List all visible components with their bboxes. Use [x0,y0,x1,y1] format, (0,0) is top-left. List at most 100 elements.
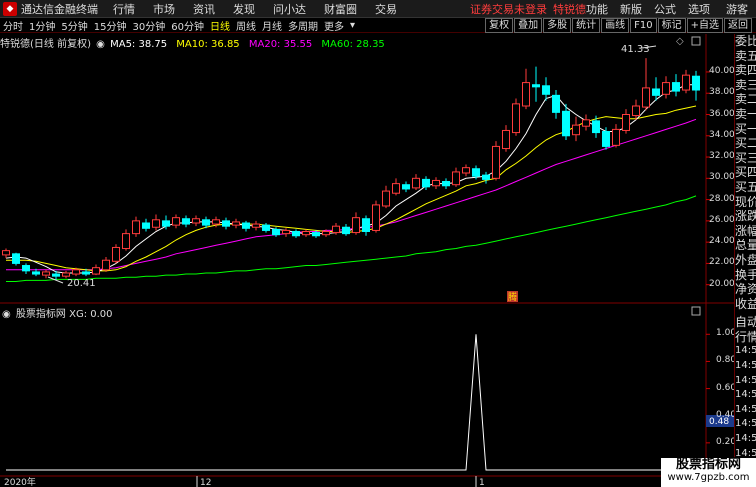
candle-down [222,220,230,227]
price-tick-label: 30.00 [709,172,735,183]
candle-down [292,231,300,237]
xg-signal-line [6,334,696,471]
ma60-label: MA60: 28.35 [321,39,385,50]
candle-up [152,219,160,228]
indicator-toggle-icon[interactable]: ◉ [2,309,11,320]
candle-down [562,110,570,137]
candle-up [172,217,180,226]
quote-sidebar: 委比 卖五 卖四 卖三 卖二 卖一 买一 买二 买三 买四 买五 现价 涨跌 涨幅 总量 外盘 换手 净资 收益 自… [734,34,756,487]
candle-up [372,204,380,231]
candle-up [462,167,470,174]
candle-up [452,171,460,186]
price-scale: 40.00 38.00 36.00 34.00 32.00 30.00 28.00 26.00… [706,34,735,302]
watermark-title: 股票指标网 [675,457,741,472]
sidebar-field-label: 收益 [735,296,756,311]
watermark: 股票指标网 www.7gpzb.com [661,458,756,487]
candle-up [352,217,360,234]
x-axis-label-year: 2020年 [4,476,36,487]
candle-up [72,269,80,275]
ma5-label: MA5: 38.75 [110,39,168,50]
indicator-scale: 1.00 0.80 0.60 0.40 0.20 [706,304,736,476]
candle-up [132,220,140,235]
sidebar-field-label: 卖三 [735,77,756,92]
indicator-maximize-icon[interactable] [691,306,701,316]
sidebar-field-label: 买三 [735,150,756,165]
ma20-line [6,118,697,271]
high-price-annotation: 41.33 [621,44,650,55]
candle-down [32,271,40,275]
candle-down [272,228,280,236]
x-axis-label-jan: 1 [479,478,485,487]
candle-up [112,246,120,262]
tick-time: 14:56 [735,374,756,386]
price-tick-label: 20.00 [709,278,735,289]
candle-down [52,273,60,277]
sidebar-tab[interactable]: 行情 [735,330,756,345]
candle-up [252,223,260,228]
price-tick-label: 36.00 [709,108,735,119]
candle-down [552,94,560,113]
event-marker[interactable]: 腾 [508,291,517,303]
price-tick-label: 22.00 [709,257,735,268]
candle-up [572,124,580,136]
candle-up [2,250,10,256]
legend-toggle-icon[interactable]: ◉ [96,39,105,50]
sidebar-field-label: 外盘 [735,252,756,267]
candle-down [162,220,170,227]
low-price-annotation: 20.41 [67,278,96,289]
candle-up [212,219,220,225]
candle-down [262,224,270,231]
candle-up [432,179,440,187]
sidebar-tab[interactable]: 自动 [735,315,756,330]
candle-up [412,177,420,189]
candle-down [242,222,250,229]
candle-up [622,114,630,131]
candle-up [102,259,110,271]
tick-time: 14:56 [735,360,756,372]
candle-up [662,82,670,95]
ma10-label: MA10: 36.85 [176,39,240,50]
price-tick-label: 32.00 [709,151,735,162]
tick-time: 14:56 [735,433,756,445]
candle-up [502,129,510,150]
tick-time: 14:56 [735,345,756,357]
candle-down [202,219,210,226]
candle-up [492,145,500,179]
candle-down [182,218,190,225]
tick-time: 14:56 [735,389,756,401]
candle-up [62,272,70,277]
tick-time: 14:56 [735,403,756,415]
maximize-icon[interactable] [691,36,701,46]
sidebar-field-label: 涨幅 [735,223,756,238]
kline-chart[interactable]: 41.33 20.41 腾 ◇ 2020年 12 1 0.48 [0,0,734,487]
ma5-line [5,84,696,274]
sidebar-field-label: 换手 [735,267,756,282]
candle-up [122,233,130,250]
candle-down [482,174,490,180]
tick-time: 14:56 [735,418,756,430]
sidebar-field-label: 卖五 [735,48,756,63]
indicator-title: 股票指标网 XG: 0.00 [15,309,113,320]
x-axis-label-dec: 12 [200,478,211,487]
price-tick-label: 24.00 [709,236,735,247]
candle-down [692,75,700,91]
diamond-icon[interactable]: ◇ [676,36,684,47]
candle-up [282,229,290,235]
candle-down [362,218,370,232]
main-chart-legend: 特锐德(日线 前复权) ◉ MA5: 38.75 MA10: 36.85 MA2… [0,35,385,50]
candle-down [472,168,480,177]
candle-down [142,222,150,229]
price-tick-label: 38.00 [709,87,735,98]
candle-up [642,87,650,108]
candle-up [232,221,240,226]
candle-down [312,232,320,237]
sidebar-field-label: 总量 [735,238,756,253]
candle-up [92,267,100,275]
price-tick-label: 34.00 [709,129,735,140]
candle-down [82,271,90,275]
candle-up [192,218,200,224]
sidebar-field-label: 涨跌 [735,209,756,224]
sidebar-field-label: 委比 [735,34,756,48]
sidebar-field-label: 买四 [735,165,756,180]
trading-terminal-window: ◆ 通达信金融终端 行情 市场 资讯 发现 问小达 财富圈 交易 证券交易未登录… [0,0,756,487]
